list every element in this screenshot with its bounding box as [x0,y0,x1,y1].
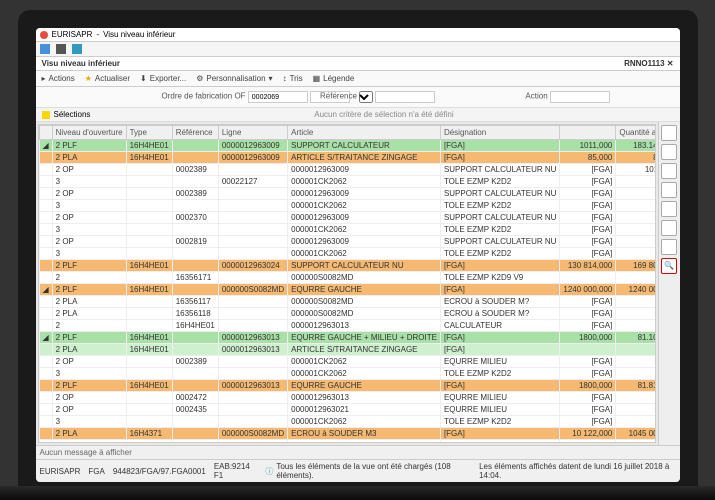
table-row[interactable]: 2 OP00023700000012963009SUPPORT CALCULAT… [39,212,656,224]
table-row[interactable]: 2 OP00024350000012963021EQURRE MILIEU[FG… [39,404,656,416]
no-messages: Aucun message à afficher [40,448,132,457]
order-number-input[interactable] [248,91,308,103]
print-icon[interactable] [661,125,677,141]
page-header: Visu niveau inférieur RNNO1113 ✕ [36,57,680,71]
table-row[interactable]: 3000001CK2062TOLE EZMP K2D2[FGA]5 102,00… [39,224,656,236]
table-row[interactable]: 2 PLF16H4HE010000012963024SUPPORT CALCUL… [39,260,656,272]
legend-button[interactable]: ▦ Légende [313,74,355,83]
table-row[interactable]: 2 OP00027410000012963009EQURRE MILIEU[FG… [39,440,656,444]
table-row[interactable]: 2 OP00028190000012963009SUPPORT CALCULAT… [39,236,656,248]
column-header[interactable]: Référence [172,126,218,140]
order-label: Ordre de fabrication [162,92,233,101]
column-header[interactable] [560,126,616,140]
bookmark-icon[interactable] [72,44,82,54]
table-row[interactable]: 3000001CK2062TOLE EZMP K2D2[FGA]1011,900… [39,248,656,260]
table-row[interactable]: 2 PLA16H4HE010000012963013ARTICLE S/TRAI… [39,344,656,356]
status-bar: EURISAPR FGA 944823/FGA/97.FGA0001 EAB:9… [36,459,680,482]
bottom-info: Aucun message à afficher [36,445,680,459]
filter-icon[interactable] [661,182,677,198]
action-label: Action [525,92,547,101]
personalize-button[interactable]: ⚙ Personnalisation ▾ [196,74,272,83]
copy-icon[interactable] [661,144,677,160]
export-icon[interactable] [661,163,677,179]
window-toolbar [36,42,680,57]
table-row[interactable]: 2 PLF16H4HE010000012963013EQURRE GAUCHE[… [39,380,656,392]
actions-button[interactable]: ▸ Actions [42,74,75,83]
refresh-button[interactable]: ★ Actualiser [85,74,130,83]
doc-icon[interactable] [661,239,677,255]
filter2-icon[interactable] [661,220,677,236]
table-row[interactable]: 2 OP00024720000012963013EQURRE MILIEU[FG… [39,392,656,404]
column-header[interactable]: Niveau d'ouverture [52,126,126,140]
app-icon [40,31,48,39]
sort-icon[interactable] [661,201,677,217]
column-header[interactable]: Article [288,126,441,140]
table-row[interactable]: 2 PLA16356118000000S0082MDECROU à SOUDER… [39,308,656,320]
app-title: EURISAPR [52,30,93,39]
selection-icon[interactable] [42,111,50,119]
export-button[interactable]: ⬇ Exporter... [140,74,186,83]
db-label: 944823/FGA/97.FGA0001 [113,467,206,476]
selection-label[interactable]: Sélections [54,110,91,119]
table-row[interactable]: 2 PLA16356117000000S0082MDECROU à SOUDER… [39,296,656,308]
nav-home-icon[interactable] [56,44,66,54]
action-input[interactable] [550,91,610,103]
table-row[interactable]: 3000001CK2062TOLE EZMP K2D2[FGA]5 102,00… [39,200,656,212]
order-type: OF [234,92,245,101]
filter-bar: Ordre de fabrication OF Référence Action [36,87,680,108]
version-label: EAB:9214 F1 [214,462,258,480]
window-subtitle: Visu niveau inférieur [103,30,175,39]
table-row[interactable]: 2 OP00023890000012963009SUPPORT CALCULAT… [39,164,656,176]
date-msg: Les éléments affichés datent de lundi 16… [479,462,675,480]
env-label: EURISAPR [40,467,81,476]
selection-note: Aucun critère de sélection n'a été défin… [314,110,453,119]
column-header[interactable]: Quantité allouée [616,126,656,140]
table-row[interactable]: 2 OP0002389000001CK2062EQURRE MILIEU[FGA… [39,356,656,368]
ref-input[interactable] [375,91,435,103]
table-row[interactable]: 2 OP00023890000012963009SUPPORT CALCULAT… [39,188,656,200]
data-grid[interactable]: Niveau d'ouvertureTypeRéférenceLigneArti… [38,124,656,443]
table-row[interactable]: ◢2 PLF16H4HE01000000S0082MDEQURRE GAUCHE… [39,284,656,296]
table-row[interactable]: 2 PLA16H4371000000S0082MDECROU à SOUDER … [39,428,656,440]
page-title: Visu niveau inférieur [42,59,121,68]
title-bar: EURISAPR - Visu niveau inférieur [36,28,680,42]
ref-label: Référence [320,92,357,101]
ref-select[interactable] [359,91,373,103]
sort-button[interactable]: ↕ Tris [283,74,303,83]
table-row[interactable]: 216356171000000S0082MDTOLE EZMP K2D9 V98… [39,272,656,284]
side-toolbar: 🔍 [658,122,680,445]
nav-back-icon[interactable] [40,44,50,54]
selection-bar: Sélections Aucun critère de sélection n'… [36,108,680,122]
table-row[interactable]: 216H4HE010000012963013CALCULATEUR[FGA]13… [39,320,656,332]
table-row[interactable]: ◢2 PLF16H4HE010000012963013EQURRE GAUCHE… [39,332,656,344]
search-icon[interactable]: 🔍 [661,258,677,274]
action-bar: ▸ Actions ★ Actualiser ⬇ Exporter... ⚙ P… [36,71,680,87]
column-header[interactable] [39,126,52,140]
table-row[interactable]: 2 PLA16H4HE010000012963009ARTICLE S/TRAI… [39,152,656,164]
table-row[interactable]: 300022127000001CK2062TOLE EZMP K2D2[FGA]… [39,176,656,188]
load-msg: ⓘ Tous les éléments de la vue ont été ch… [265,462,471,480]
column-header[interactable]: Type [126,126,172,140]
column-header[interactable]: Ligne [218,126,287,140]
company-label: FGA [88,467,104,476]
table-row[interactable]: ◢2 PLF16H4HE010000012963009SUPPORT CALCU… [39,140,656,152]
page-id: RNNO1113 [624,59,664,68]
column-header[interactable]: Désignation [440,126,559,140]
table-row[interactable]: 3000001CK2062TOLE EZMP K2D2[FGA]1015,000… [39,368,656,380]
table-row[interactable]: 3000001CK2062TOLE EZMP K2D2[FGA]5001,000… [39,416,656,428]
